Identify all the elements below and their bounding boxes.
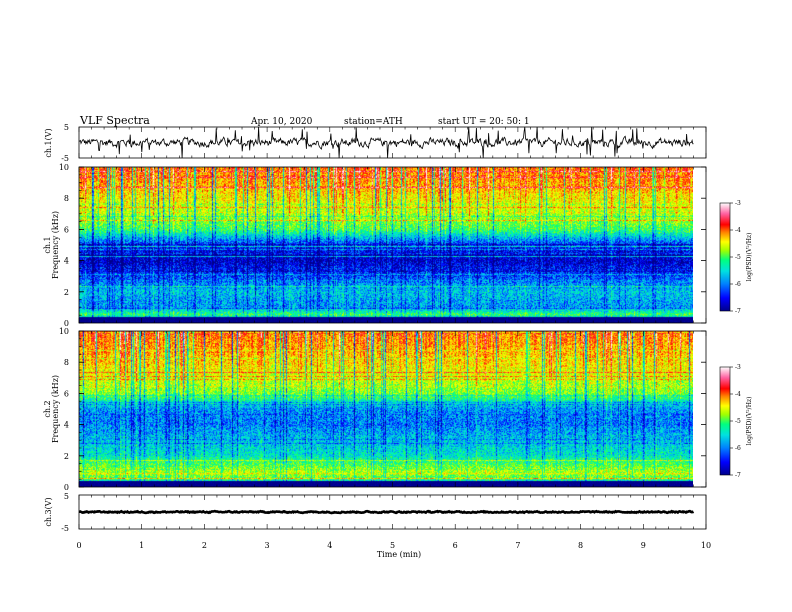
ch1-waveform-trace (78, 126, 694, 159)
time-tick-label: 6 (453, 541, 458, 550)
time-tick-label: 3 (265, 541, 270, 550)
ch2-colorbar-ticks: -7 -6 -5 -4 -3 (730, 364, 741, 479)
station-label: station=ATH (344, 117, 403, 127)
ch1-ytick-top: 5 (64, 123, 69, 132)
freq-tick-label: 4 (64, 421, 69, 430)
ch2-freq-label: Frequency (kHz) (51, 375, 60, 443)
freq-tick-label: 10 (59, 327, 69, 336)
ch1-freq-label: Frequency (kHz) (51, 211, 60, 279)
ch2-spectrogram-panel: 0246810 ch.2 Frequency (kHz) -7-6-5-4-3 … (43, 327, 753, 492)
ch1-colorbar-ticks: -7 -6 -5 -4 -3 (730, 200, 741, 315)
colorbar-tick-label: -6 (735, 445, 741, 452)
ch1-colorbar-label: log(PSD)(V²/Hz) (746, 233, 753, 282)
vlf-figure: VLF Spectra Apr. 10, 2020 station=ATH st… (43, 114, 753, 559)
ch1-ytick-bottom: -5 (61, 154, 69, 163)
freq-tick-label: 0 (64, 483, 69, 492)
ch2-spectrogram-image (79, 331, 693, 487)
colorbar-tick-label: -4 (735, 227, 741, 234)
time-axis-label: Time (min) (377, 550, 421, 559)
freq-tick-label: 2 (64, 288, 69, 297)
freq-tick-label: 8 (64, 358, 69, 367)
ch3-ytick-bottom: -5 (61, 524, 69, 533)
colorbar-tick-label: -3 (735, 200, 741, 207)
colorbar-tick-label: -4 (735, 391, 741, 398)
freq-tick-label: 10 (59, 163, 69, 172)
figure-title: VLF Spectra (79, 114, 150, 127)
date-label: Apr. 10, 2020 (250, 117, 313, 127)
time-tick-label: 8 (578, 541, 583, 550)
freq-tick-label: 2 (64, 452, 69, 461)
ch1-colorbar (719, 202, 731, 312)
time-tick-label: 10 (701, 541, 711, 550)
ch2-colorbar (719, 366, 731, 476)
time-tick-label: 2 (202, 541, 207, 550)
ch3-ylabel: ch.3(V) (44, 497, 53, 526)
ch3-waveform-panel: 5 -5 ch.3(V) (44, 492, 707, 533)
colorbar-tick-label: -5 (735, 254, 741, 261)
ch3-ytick-top: 5 (64, 492, 69, 501)
time-tick-label: 1 (139, 541, 144, 550)
ch1-waveform-panel: 5 -5 ch.1(V) (44, 123, 707, 163)
time-tick-label: 4 (327, 541, 332, 550)
ch1-ylabel: ch.1(V) (44, 128, 53, 157)
freq-tick-label: 6 (64, 389, 69, 398)
colorbar-tick-label: -6 (735, 281, 741, 288)
time-tick-label: 0 (76, 541, 81, 550)
time-tick-label: 9 (641, 541, 646, 550)
colorbar-tick-label: -7 (735, 472, 741, 479)
ch2-colorbar-label: log(PSD)(V²/Hz) (746, 397, 753, 446)
time-tick-label: 5 (390, 541, 395, 550)
ch3-waveform-trace (78, 509, 695, 515)
freq-tick-label: 6 (64, 225, 69, 234)
freq-tick-label: 4 (64, 257, 69, 266)
freq-tick-label: 8 (64, 194, 69, 203)
ch1-spectrogram-image (79, 167, 693, 323)
start-time-label: start UT = 20: 50: 1 (438, 117, 530, 127)
colorbar-tick-label: -3 (735, 364, 741, 371)
ch1-spectrogram-panel: 0246810 ch.1 Frequency (kHz) -7-6-5-4-3 … (43, 163, 753, 328)
time-tick-label: 7 (515, 541, 520, 550)
colorbar-tick-label: -5 (735, 418, 741, 425)
colorbar-tick-label: -7 (735, 308, 741, 315)
